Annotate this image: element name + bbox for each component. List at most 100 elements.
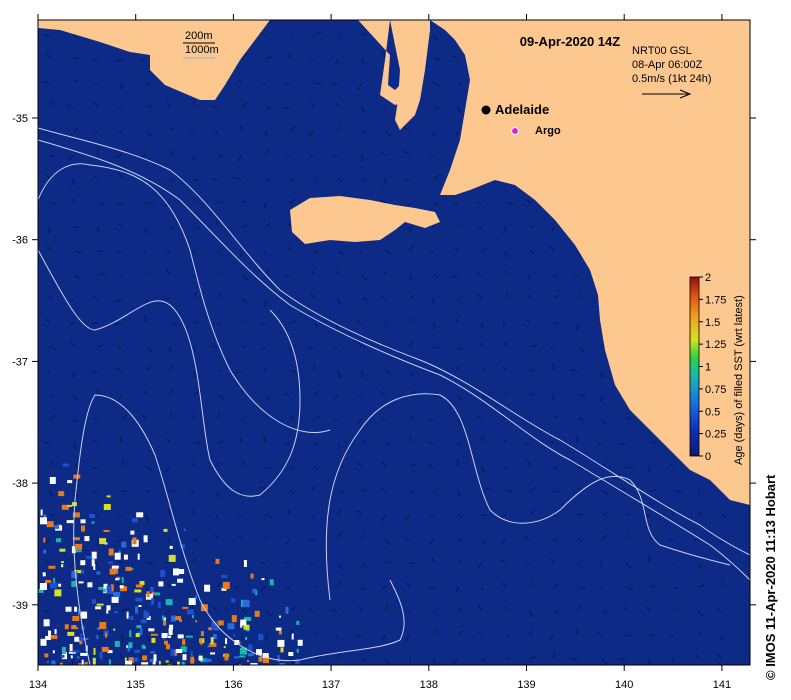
current-vector (234, 586, 243, 588)
current-vector (192, 509, 195, 516)
sst-patch (44, 653, 49, 658)
lon-tick-label: 141 (713, 679, 731, 691)
sst-patch (243, 560, 247, 567)
sst-patch (99, 664, 102, 665)
current-vector (409, 226, 412, 232)
sst-patch (78, 581, 84, 584)
sst-patch (125, 566, 132, 571)
lat-tick-label: -38 (12, 478, 28, 490)
sst-patch (71, 625, 77, 628)
sst-patch (224, 653, 229, 661)
lon-tick-label: 138 (420, 679, 438, 691)
current-vector (477, 201, 483, 204)
current-vector (481, 322, 483, 329)
colorbar-tick-label: 1.5 (705, 317, 720, 329)
sst-patch (146, 591, 150, 598)
sst-patch (252, 589, 257, 593)
current-vector (361, 370, 364, 379)
sst-patch (52, 650, 55, 654)
sst-patch (72, 616, 80, 621)
sst-patch (126, 611, 129, 619)
current-vector (145, 202, 154, 205)
lon-tick-label: 135 (127, 679, 145, 691)
sst-patch (269, 579, 274, 586)
sst-patch (239, 655, 246, 658)
sst-patch (60, 654, 65, 658)
current-vector (577, 418, 584, 421)
sst-patch (136, 625, 142, 629)
sst-patch (204, 584, 211, 592)
current-vector (117, 345, 123, 348)
sst-patch (43, 619, 50, 627)
sst-patch (81, 525, 85, 532)
colorbar-tick-label: 1.25 (705, 339, 726, 351)
sst-patch (54, 589, 62, 597)
sst-patch (86, 555, 91, 559)
sst-patch (174, 617, 179, 620)
sst-patch (157, 602, 161, 608)
sst-patch (61, 561, 64, 564)
sst-patch (160, 570, 166, 577)
sst-patch (121, 576, 124, 583)
sst-patch (43, 537, 46, 543)
sst-patch (51, 660, 56, 665)
sst-patch (46, 521, 54, 528)
sst-patch (245, 637, 248, 640)
sst-patch (102, 588, 106, 593)
current-vector (456, 459, 459, 468)
sst-patch (40, 517, 47, 525)
sst-patch (93, 647, 96, 655)
sst-patch (42, 572, 46, 577)
sst-patch (169, 624, 174, 630)
sst-patch (141, 662, 149, 665)
sst-patch (54, 524, 60, 529)
current-vector (625, 634, 632, 637)
sst-patch (48, 630, 51, 638)
sst-patch (129, 616, 134, 620)
sst-patch (39, 583, 47, 590)
sst-patch (114, 640, 120, 647)
current-vector (505, 341, 507, 348)
sst-patch (288, 652, 294, 656)
sst-patch (296, 648, 299, 653)
sst-patch (43, 549, 47, 554)
sst-patch (75, 543, 83, 550)
current-vector (577, 514, 584, 516)
sst-patch (177, 569, 185, 574)
sst-patch (119, 585, 124, 589)
sst-patch (67, 631, 75, 636)
sst-patch (96, 571, 101, 575)
sst-patch (67, 504, 73, 507)
sst-patch (247, 660, 249, 662)
sst-patch (131, 518, 138, 523)
sst-patch (150, 633, 158, 636)
sst-patch (80, 652, 88, 656)
sst-patch (101, 646, 109, 652)
sst-patch (134, 649, 141, 653)
sst-patch (176, 649, 183, 653)
sst-patch (89, 513, 95, 518)
sst-patch (248, 644, 253, 651)
sst-patch (129, 630, 132, 638)
sst-patch (162, 615, 165, 621)
sst-patch (92, 657, 96, 665)
sst-patch (139, 581, 145, 585)
sst-patch (182, 654, 187, 661)
sst-patch (158, 660, 161, 665)
sst-patch (113, 592, 121, 597)
current-vector (505, 269, 507, 276)
current-vector (481, 586, 483, 592)
sst-patch (75, 550, 82, 553)
current-vector (169, 489, 177, 492)
sst-patch (106, 585, 112, 593)
sst-patch (78, 663, 83, 665)
sst-patch (131, 567, 134, 570)
adelaide-marker-icon (481, 105, 491, 115)
sst-patch (140, 628, 143, 635)
sst-patch (79, 640, 83, 645)
lon-tick-label: 137 (322, 679, 340, 691)
lon-tick-label: 139 (517, 679, 535, 691)
sst-patch (240, 619, 247, 626)
lon-tick-label: 140 (615, 679, 633, 691)
current-source-time: 08-Apr 06:00Z (632, 59, 703, 71)
